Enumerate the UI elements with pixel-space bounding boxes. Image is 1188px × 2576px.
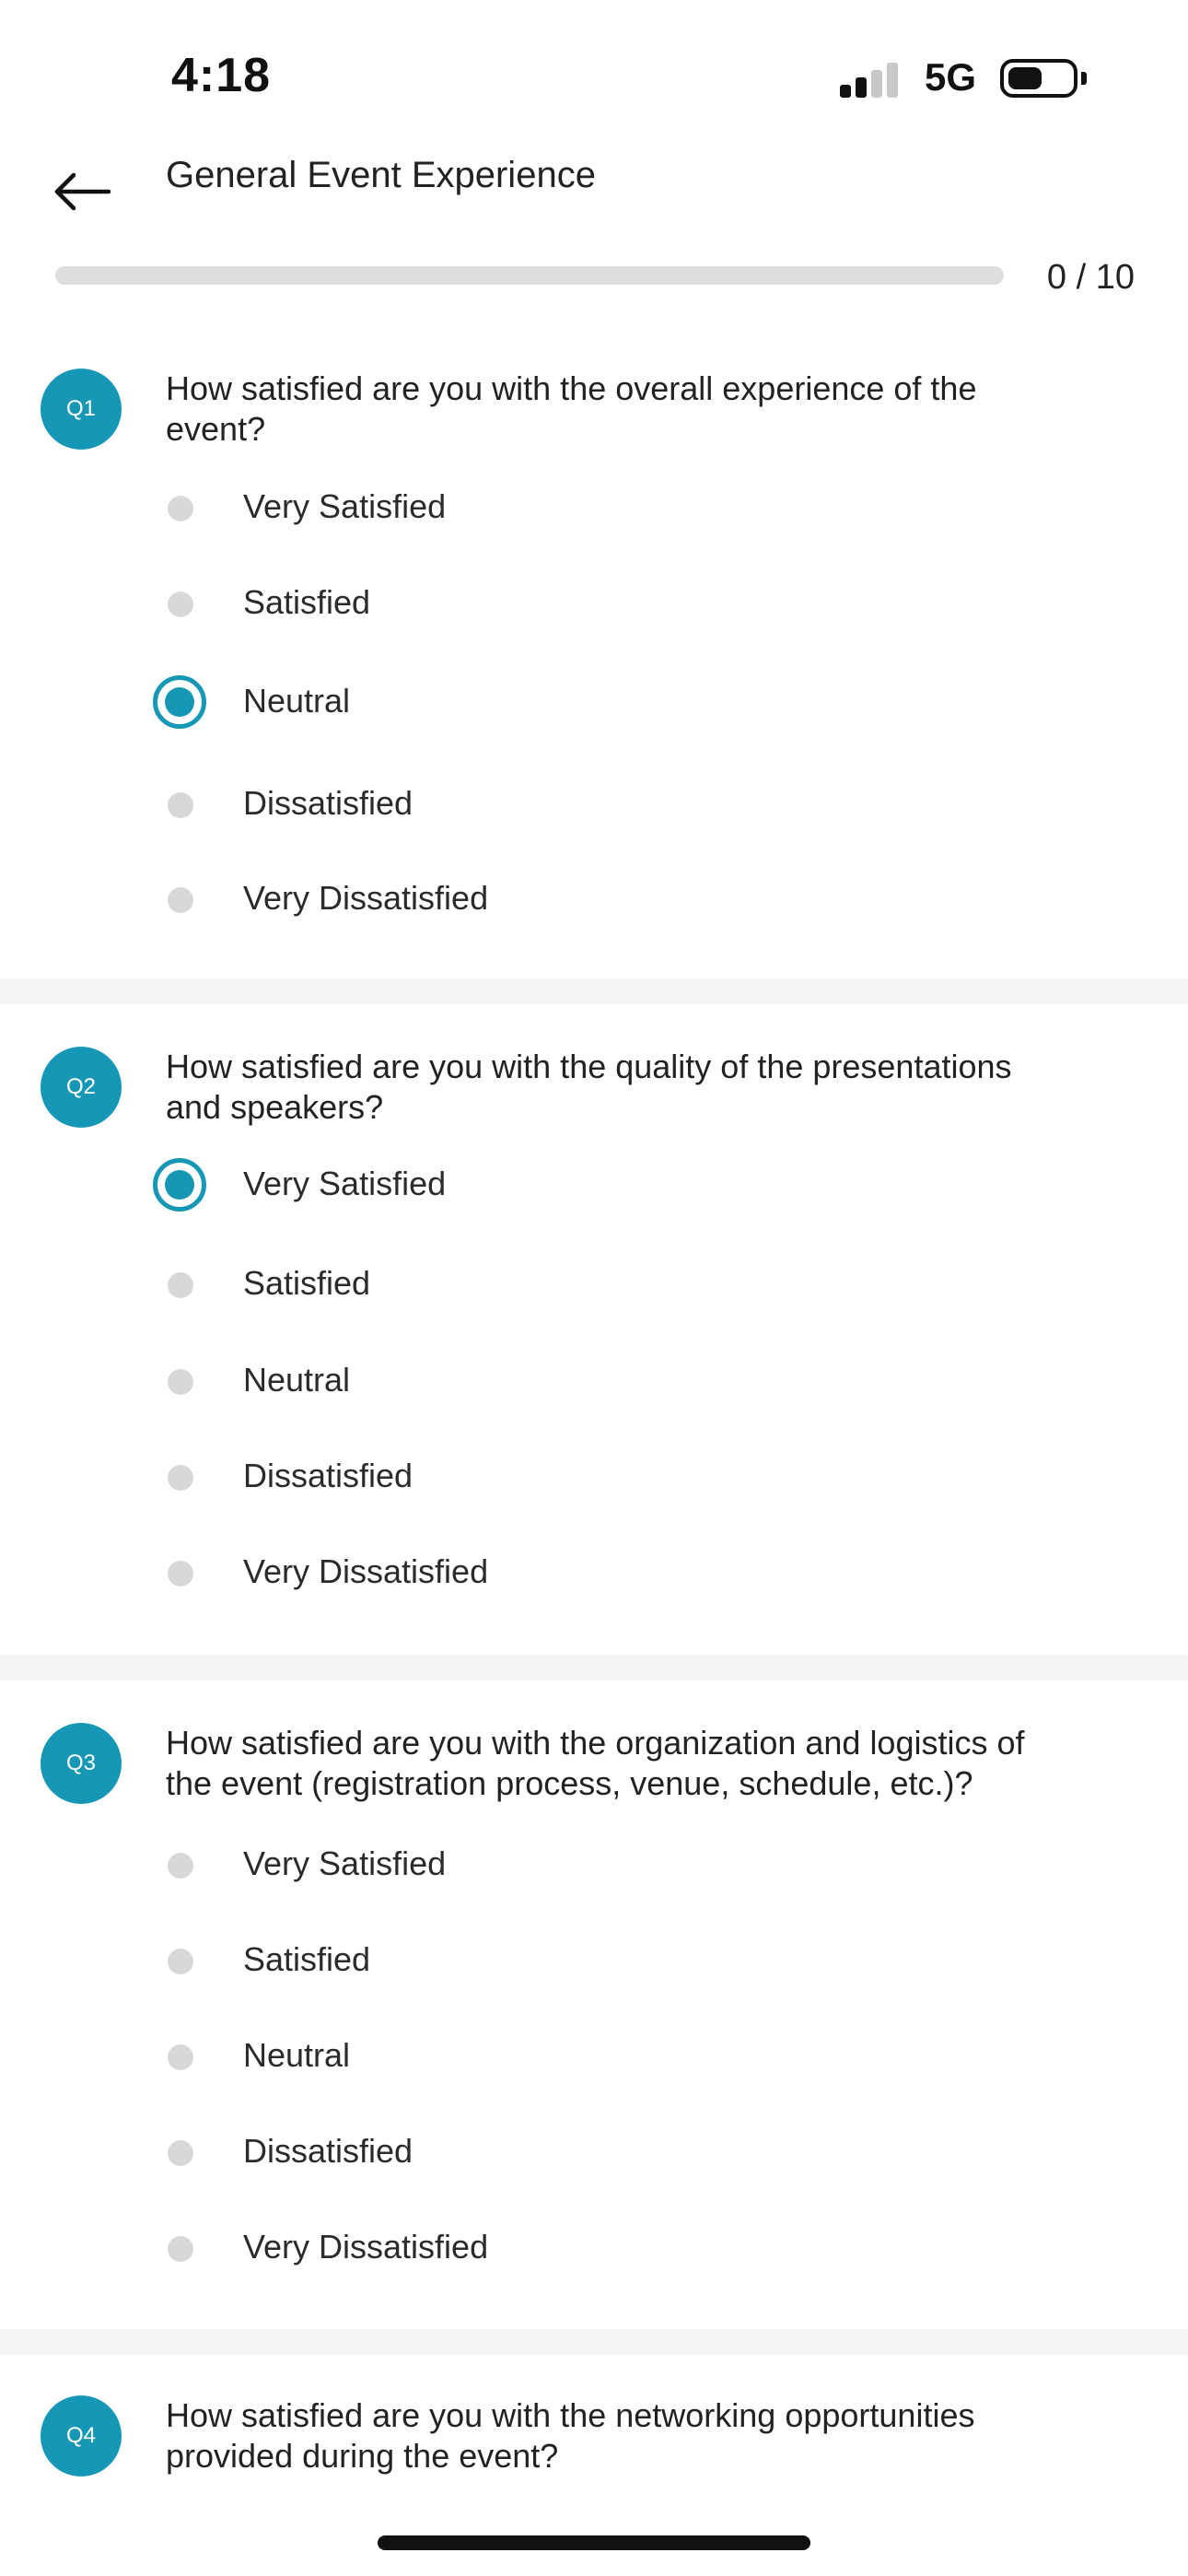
- option-label: Dissatisfied: [243, 1457, 413, 1494]
- radio-button[interactable]: [168, 792, 193, 818]
- option-label: Very Satisfied: [243, 487, 447, 525]
- question-card: Q1 How satisfied are you with the overal…: [0, 369, 1188, 967]
- option-label: Very Dissatisfied: [243, 2228, 489, 2266]
- question-text-line: How satisfied are you with the overall e…: [166, 369, 977, 407]
- answer-option[interactable]: Very Satisfied: [147, 471, 976, 544]
- answer-option[interactable]: Dissatisfied: [147, 2115, 976, 2189]
- question-text: How satisfied are you with the organizat…: [166, 1723, 1096, 1804]
- radio-button[interactable]: [168, 591, 193, 617]
- option-label: Very Dissatisfied: [243, 1552, 489, 1590]
- answer-option[interactable]: Satisfied: [147, 1247, 976, 1321]
- survey-screen: 4:18 5G General Event Experience 0 / 10 …: [0, 0, 1188, 2576]
- battery-icon: [1000, 59, 1077, 98]
- option-label: Neutral: [243, 2036, 351, 2074]
- answer-option[interactable]: Neutral: [147, 2020, 976, 2093]
- radio-button[interactable]: [168, 1853, 193, 1879]
- option-label: Dissatisfied: [243, 2132, 413, 2170]
- progress-label: 0 / 10: [1046, 258, 1135, 297]
- radio-button[interactable]: [168, 2236, 193, 2262]
- radio-button[interactable]: [168, 1561, 193, 1587]
- answer-option[interactable]: Satisfied: [147, 567, 976, 640]
- radio-button[interactable]: [168, 887, 193, 913]
- answer-option[interactable]: Very Dissatisfied: [147, 1536, 976, 1610]
- home-indicator[interactable]: [378, 2535, 810, 2550]
- question-card: Q2 How satisfied are you with the qualit…: [0, 1047, 1188, 1645]
- option-label: Very Satisfied: [243, 1165, 447, 1202]
- question-text-line: and speakers?: [166, 1088, 384, 1126]
- question-number-badge: Q1: [41, 369, 122, 450]
- battery-cap: [1081, 72, 1087, 85]
- page-title: General Event Experience: [166, 155, 596, 195]
- question-text-line: event?: [166, 410, 266, 448]
- answer-option[interactable]: Very Dissatisfied: [147, 2211, 976, 2285]
- option-label: Satisfied: [243, 583, 371, 621]
- status-bar: 4:18 5G: [0, 0, 1188, 147]
- question-number-badge: Q3: [41, 1723, 122, 1804]
- radio-button[interactable]: [168, 1272, 193, 1298]
- question-card: Q4 How satisfied are you with the networ…: [0, 2395, 1188, 2534]
- answer-option[interactable]: Very Satisfied: [147, 1148, 976, 1222]
- answer-option[interactable]: Very Dissatisfied: [147, 862, 976, 936]
- answer-option[interactable]: Neutral: [147, 1344, 976, 1418]
- network-type: 5G: [925, 55, 977, 99]
- option-label: Very Satisfied: [243, 1844, 447, 1882]
- radio-button-selected[interactable]: [153, 675, 206, 729]
- radio-button[interactable]: [168, 2044, 193, 2070]
- radio-button[interactable]: [168, 496, 193, 521]
- question-text-line: How satisfied are you with the quality o…: [166, 1048, 1012, 1085]
- question-card: Q3 How satisfied are you with the organi…: [0, 1723, 1188, 2322]
- question-text-line: How satisfied are you with the organizat…: [166, 1724, 1025, 1762]
- section-divider: [0, 978, 1188, 1004]
- radio-button[interactable]: [168, 2140, 193, 2166]
- answer-option[interactable]: Dissatisfied: [147, 767, 976, 841]
- answer-option[interactable]: Neutral: [147, 665, 976, 739]
- question-text-line: How satisfied are you with the networkin…: [166, 2396, 975, 2434]
- answer-option[interactable]: Satisfied: [147, 1924, 976, 1997]
- progress-bar: [55, 266, 1004, 285]
- question-number-badge: Q4: [41, 2395, 122, 2476]
- question-text: How satisfied are you with the quality o…: [166, 1047, 1096, 1128]
- radio-button-selected[interactable]: [153, 1158, 206, 1212]
- status-time: 4:18: [171, 49, 272, 102]
- arrow-left-icon: [54, 172, 111, 211]
- question-text: How satisfied are you with the networkin…: [166, 2395, 1096, 2476]
- radio-button[interactable]: [168, 1949, 193, 1974]
- cellular-signal-icon: [840, 61, 904, 98]
- answer-option[interactable]: Very Satisfied: [147, 1828, 976, 1902]
- option-label: Dissatisfied: [243, 784, 413, 822]
- radio-button[interactable]: [168, 1369, 193, 1395]
- section-divider: [0, 2329, 1188, 2355]
- option-label: Satisfied: [243, 1940, 371, 1978]
- option-label: Very Dissatisfied: [243, 879, 489, 917]
- header: General Event Experience: [0, 138, 1188, 240]
- option-label: Neutral: [243, 682, 351, 720]
- option-label: Neutral: [243, 1361, 351, 1399]
- question-text-line: provided during the event?: [166, 2437, 559, 2475]
- section-divider: [0, 1655, 1188, 1680]
- question-text-line: the event (registration process, venue, …: [166, 1764, 973, 1802]
- radio-button[interactable]: [168, 1465, 193, 1491]
- question-text: How satisfied are you with the overall e…: [166, 369, 1096, 450]
- option-label: Satisfied: [243, 1264, 371, 1302]
- question-number-badge: Q2: [41, 1047, 122, 1128]
- answer-option[interactable]: Dissatisfied: [147, 1440, 976, 1514]
- back-button[interactable]: [48, 155, 118, 225]
